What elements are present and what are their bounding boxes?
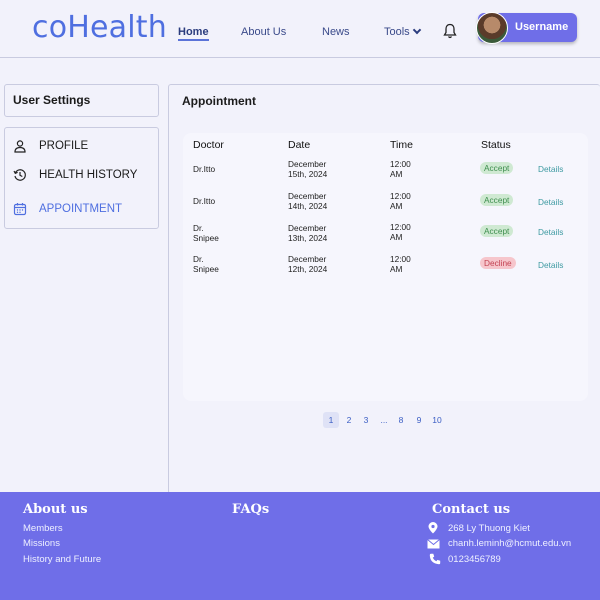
- phone-icon: [429, 553, 441, 565]
- contact-email[interactable]: chanh.leminh@hcmut.edu.vn: [448, 538, 571, 549]
- time-cell: 12:00 AM: [390, 159, 411, 179]
- page-8-button[interactable]: 8: [393, 412, 409, 428]
- sidebar-item-health-history[interactable]: HEALTH HISTORY: [13, 165, 137, 185]
- column-header-doctor: Doctor: [193, 139, 224, 151]
- footer-faqs-title[interactable]: FAQs: [232, 502, 269, 517]
- time-cell: 12:00 AM: [390, 191, 411, 211]
- footer-link-missions[interactable]: Missions: [23, 538, 60, 549]
- footer-about-title: About us: [23, 502, 88, 517]
- details-link[interactable]: Details: [538, 164, 563, 174]
- contact-address: 268 Ly Thuong Kiet: [448, 523, 530, 534]
- mail-icon: [427, 539, 440, 549]
- user-icon: [14, 140, 26, 153]
- site-footer: About us Members Missions History and Fu…: [0, 492, 600, 600]
- site-logo[interactable]: coHealth: [32, 10, 167, 45]
- time-cell: 12:00 AM: [390, 222, 411, 242]
- doctor-cell: Dr.Itto: [193, 196, 216, 206]
- status-badge: Decline: [480, 257, 516, 269]
- footer-link-history[interactable]: History and Future: [23, 554, 101, 565]
- time-cell: 12:00 AM: [390, 254, 411, 274]
- doctor-cell: Dr. Snipee: [193, 223, 219, 243]
- calendar-icon: [13, 203, 27, 216]
- page-10-button[interactable]: 10: [429, 412, 445, 428]
- date-cell: December 12th, 2024: [288, 254, 328, 274]
- date-cell: December 14th, 2024: [288, 191, 328, 211]
- sidebar-item-label: PROFILE: [39, 140, 89, 152]
- details-link[interactable]: Details: [538, 260, 563, 270]
- status-badge: Accept: [480, 194, 514, 206]
- page-9-button[interactable]: 9: [411, 412, 427, 428]
- status-badge: Accept: [480, 162, 514, 174]
- contact-phone[interactable]: 0123456789: [448, 554, 501, 565]
- nav-home[interactable]: Home: [178, 26, 209, 41]
- bell-icon[interactable]: [443, 23, 457, 39]
- column-header-date: Date: [288, 139, 311, 151]
- date-cell: December 15th, 2024: [288, 159, 328, 179]
- status-badge: Accept: [480, 225, 514, 237]
- nav-tools-label: Tools: [384, 26, 410, 38]
- sidebar-menu: PROFILE HEALTH HISTORY APPOINTMENT: [4, 127, 159, 229]
- nav-news[interactable]: News: [322, 26, 350, 38]
- page-ellipsis: ...: [380, 415, 388, 425]
- sidebar-item-label: APPOINTMENT: [39, 203, 123, 215]
- doctor-cell: Dr. Snipee: [193, 254, 219, 274]
- footer-link-members[interactable]: Members: [23, 523, 63, 534]
- nav-tools[interactable]: Tools: [384, 25, 421, 38]
- page-title: Appointment: [182, 94, 256, 108]
- column-header-time: Time: [390, 139, 413, 151]
- details-link[interactable]: Details: [538, 227, 563, 237]
- page-1-button[interactable]: 1: [323, 412, 339, 428]
- page-2-button[interactable]: 2: [341, 412, 357, 428]
- doctor-cell: Dr.Itto: [193, 164, 216, 174]
- avatar[interactable]: [476, 12, 508, 44]
- sidebar-item-appointment[interactable]: APPOINTMENT: [13, 199, 122, 219]
- footer-contact-title: Contact us: [432, 502, 511, 517]
- sidebar-item-profile[interactable]: PROFILE: [13, 136, 88, 156]
- appointment-table: [183, 133, 588, 401]
- nav-about-us[interactable]: About Us: [241, 26, 286, 38]
- sidebar-item-label: HEALTH HISTORY: [39, 169, 138, 181]
- location-pin-icon: [428, 522, 438, 534]
- chevron-down-icon: [412, 25, 421, 35]
- top-header: coHealth Home About Us News Tools Userna…: [0, 0, 600, 58]
- column-header-status: Status: [481, 139, 511, 151]
- sidebar-title: User Settings: [13, 93, 91, 107]
- sidebar-header: User Settings: [4, 84, 159, 117]
- username-label: Username: [515, 21, 569, 33]
- date-cell: December 13th, 2024: [288, 223, 328, 243]
- history-icon: [13, 169, 26, 181]
- details-link[interactable]: Details: [538, 197, 563, 207]
- page-3-button[interactable]: 3: [358, 412, 374, 428]
